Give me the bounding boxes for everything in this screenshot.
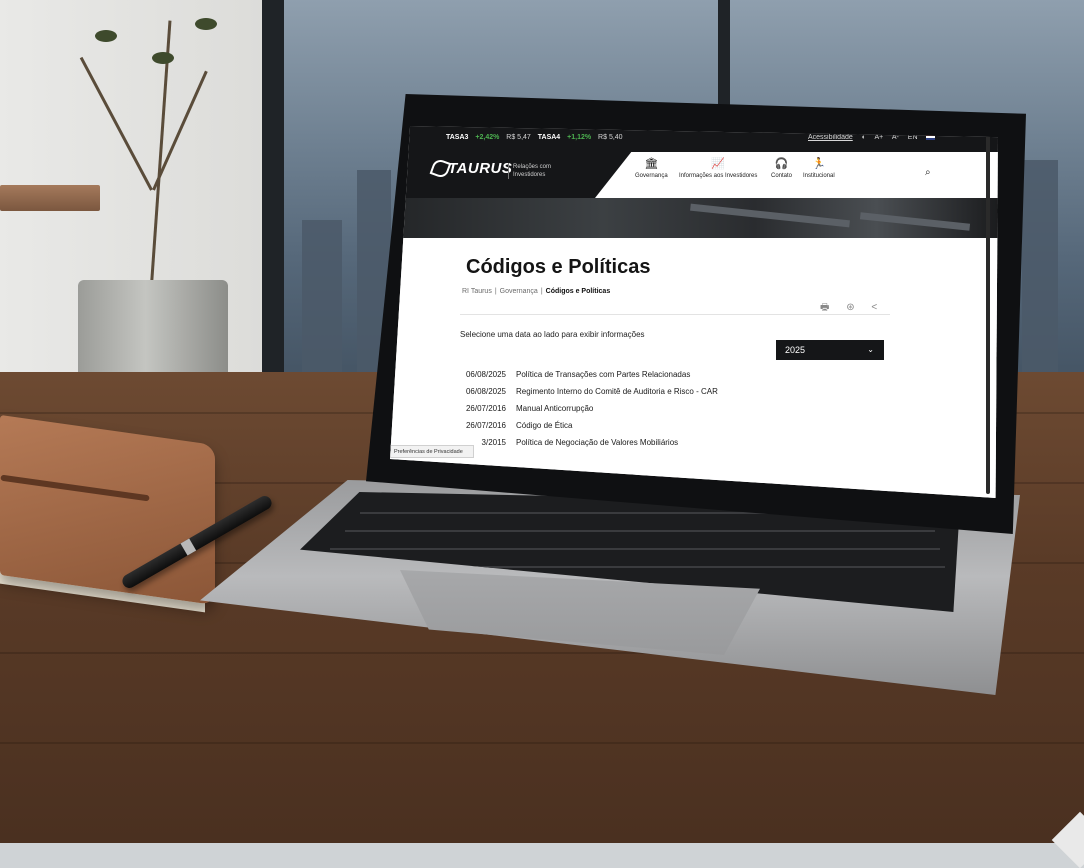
- breadcrumb-link[interactable]: Governança: [500, 288, 538, 295]
- list-item[interactable]: 26/07/2016 Manual Anticorrupção: [446, 404, 966, 421]
- site-header: TAURUS Relações com Investidores 🏛 Gover…: [390, 152, 998, 198]
- share-icon[interactable]: <: [871, 302, 877, 313]
- nav-label: Informações aos Investidores: [679, 173, 758, 179]
- search-icon[interactable]: ⌕: [925, 167, 931, 178]
- year-select[interactable]: 2025 ⌄: [776, 340, 884, 360]
- nav-item-institucional[interactable]: 🏃 Institucional: [803, 158, 835, 179]
- ticker-symbol: TASA4: [537, 134, 561, 141]
- nav-item-governanca[interactable]: 🏛 Governança: [635, 158, 668, 179]
- plant-leaf: [195, 18, 217, 30]
- privacy-preferences-button[interactable]: Preferências de Privacidade: [390, 445, 474, 458]
- window-frame: [262, 0, 284, 430]
- page-title: Códigos e Políticas: [466, 256, 651, 278]
- ticker-price: R$ 5,40: [598, 134, 623, 141]
- doc-date: 06/08/2025: [465, 370, 506, 379]
- doc-title[interactable]: Política de Negociação de Valores Mobili…: [516, 438, 678, 447]
- nav-item-informacoes[interactable]: 📈 Informações aos Investidores: [679, 158, 757, 179]
- doc-title[interactable]: Política de Transações com Partes Relaci…: [516, 370, 690, 379]
- nav-label: Contato: [771, 173, 793, 179]
- print-icon[interactable]: 🖶: [820, 302, 829, 313]
- chart-icon: 📈: [711, 158, 726, 170]
- bank-icon: 🏛: [644, 158, 659, 170]
- select-instruction: Selecione uma data ao lado para exibir i…: [460, 330, 645, 339]
- list-item[interactable]: 06/08/2025 Política de Transações com Pa…: [446, 370, 966, 387]
- divider: [460, 314, 890, 315]
- contrast-icon[interactable]: ◐: [862, 134, 866, 141]
- doc-date: 26/07/2016: [465, 421, 506, 430]
- ticker-symbol: TASA3: [446, 134, 469, 141]
- nav-label: Institucional: [803, 173, 835, 179]
- nav-label: Governança: [635, 173, 668, 179]
- scrollbar[interactable]: [986, 134, 990, 494]
- font-increase-button[interactable]: A+: [875, 134, 884, 141]
- headset-icon: 🎧: [774, 158, 789, 170]
- rss-icon[interactable]: ⊛: [846, 302, 854, 313]
- document-list: 06/08/2025 Política de Transações com Pa…: [446, 370, 966, 455]
- plant-leaf: [95, 30, 117, 42]
- breadcrumb-current: Códigos e Políticas: [545, 288, 611, 295]
- ticker-price: R$ 5,47: [506, 134, 531, 141]
- ticker-change: +1,12%: [567, 134, 592, 141]
- main-nav: 🏛 Governança 📈 Informações aos Investido…: [595, 152, 998, 198]
- doc-title[interactable]: Regimento Interno do Comitê de Auditoria…: [516, 387, 718, 396]
- nav-item-contato[interactable]: 🎧 Contato: [771, 158, 792, 179]
- doc-title[interactable]: Código de Ética: [516, 421, 572, 430]
- accessibility-link[interactable]: Acessibilidade: [808, 134, 853, 141]
- list-item[interactable]: 26/07/2016 Código de Ética: [446, 421, 966, 438]
- chevron-down-icon: ⌄: [867, 345, 874, 354]
- wall-shelf: [0, 185, 100, 211]
- list-item[interactable]: 3/2015 Política de Negociação de Valores…: [446, 438, 966, 455]
- doc-title[interactable]: Manual Anticorrupção: [516, 404, 593, 413]
- breadcrumb: RI Taurus | Governança | Códigos e Políticas: [462, 288, 611, 295]
- doc-date: 26/07/2016: [465, 404, 506, 413]
- laptop-screen: TASA3 +2,42% R$ 5,47 TASA4 +1,12% R$ 5,4…: [390, 126, 998, 498]
- main-content: Códigos e Políticas RI Taurus | Governança…: [390, 238, 998, 498]
- plant-leaf: [152, 52, 174, 64]
- leather-notebook: [0, 414, 215, 606]
- doc-date: 06/08/2025: [465, 387, 506, 396]
- person-icon: 🏃: [811, 158, 826, 170]
- site-subtitle: Relações com Investidores: [508, 163, 565, 179]
- breadcrumb-link[interactable]: RI Taurus: [462, 288, 492, 295]
- ticker-change: +2,42%: [475, 134, 500, 141]
- list-item[interactable]: 06/08/2025 Regimento Interno do Comitê d…: [446, 387, 966, 404]
- hero-banner: [390, 198, 998, 238]
- site-logo[interactable]: TAURUS: [448, 160, 512, 177]
- stock-ticker: TASA3 +2,42% R$ 5,47 TASA4 +1,12% R$ 5,4…: [446, 134, 628, 141]
- year-value: 2025: [785, 345, 806, 355]
